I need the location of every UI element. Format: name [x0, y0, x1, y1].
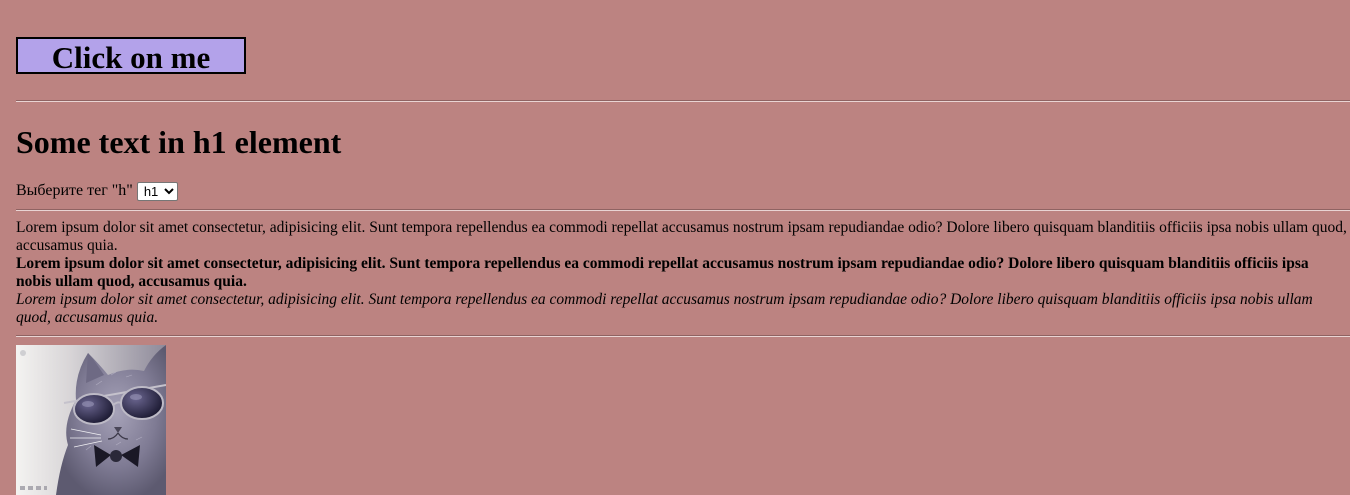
- paragraph-italic: Lorem ipsum dolor sit amet consectetur, …: [16, 291, 1313, 326]
- divider-1: [16, 100, 1350, 102]
- cat-sunglasses-image: [16, 345, 166, 495]
- tag-select-row: Выберите тег "h" h1: [16, 181, 178, 201]
- divider-2: [16, 209, 1350, 211]
- click-on-me-button[interactable]: Click on me: [16, 37, 246, 75]
- tag-select[interactable]: h1: [136, 181, 178, 201]
- paragraph-bold: Lorem ipsum dolor sit amet consectetur, …: [16, 255, 1309, 290]
- tag-select-label: Выберите тег "h": [16, 182, 133, 199]
- divider-3: [16, 335, 1350, 337]
- page-heading: Some text in h1 element: [16, 124, 342, 160]
- paragraph-normal: Lorem ipsum dolor sit amet consectetur, …: [16, 219, 1347, 254]
